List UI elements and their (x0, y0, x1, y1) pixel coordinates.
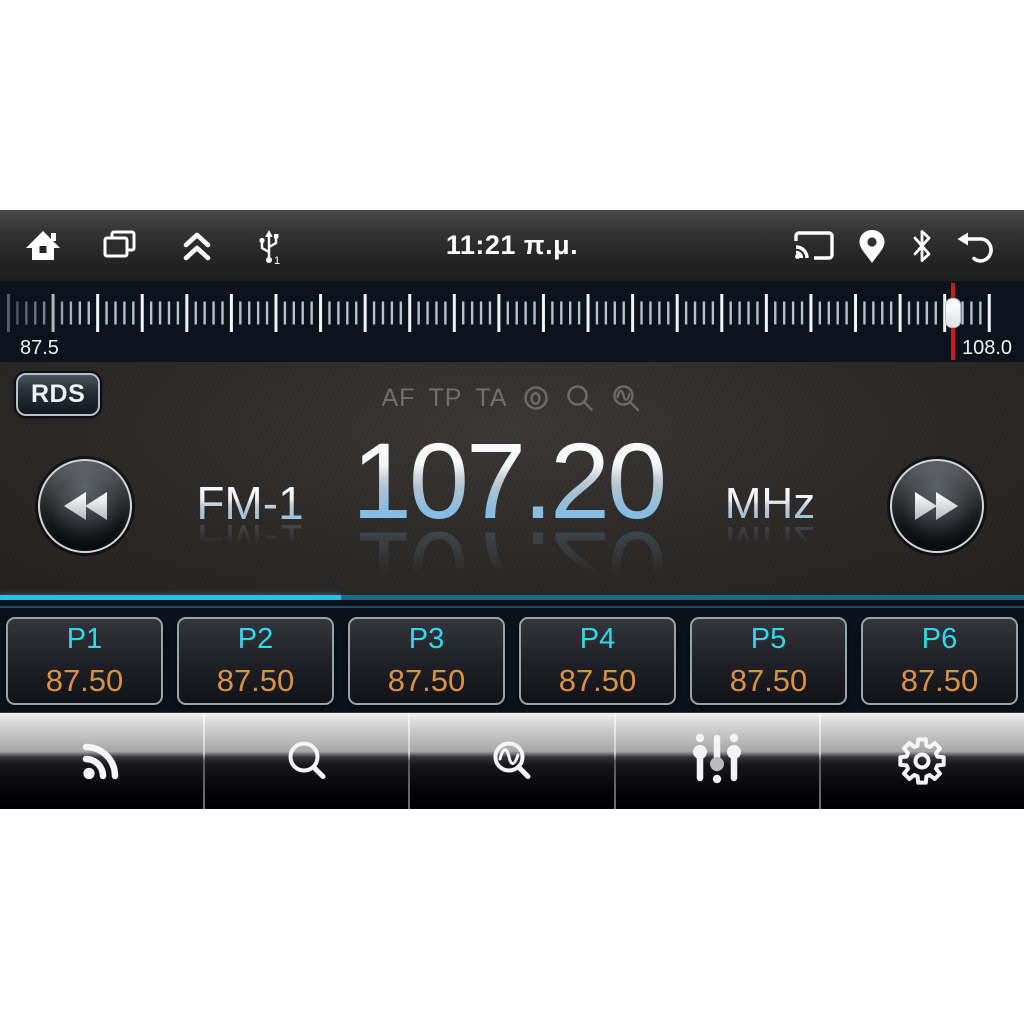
preset-row: P1 87.50 P2 87.50 P3 87.50 P4 87.50 P5 8… (6, 617, 1018, 705)
search-stations-button[interactable] (205, 713, 408, 809)
preset-button-1[interactable]: P1 87.50 (6, 617, 163, 705)
settings-gear-icon (898, 737, 947, 785)
preset-button-6[interactable]: P6 87.50 (861, 617, 1018, 705)
band-display: FM-1 FM-1 (165, 480, 335, 567)
scale-min-label: 87.5 (20, 337, 59, 359)
head-unit-display: 1 11:21 π.μ. 87.5 108.0 RDS AF TP TA FM-… (0, 210, 1024, 809)
settings-button[interactable] (821, 713, 1024, 809)
preset-label: P5 (750, 623, 787, 655)
preset-label: P4 (579, 623, 616, 655)
band-reflection: FM-1 (165, 515, 335, 567)
flag-af: AF (381, 383, 416, 412)
tuning-pointer-knob[interactable] (945, 298, 961, 328)
preset-button-5[interactable]: P5 87.50 (690, 617, 847, 705)
preset-frequency: 87.50 (900, 663, 979, 698)
radio-main-panel: RDS AF TP TA FM-1 FM-1 107.20 107.20 MHz… (0, 362, 1024, 631)
preset-button-2[interactable]: P2 87.50 (177, 617, 334, 705)
preset-frequency: 87.50 (45, 663, 124, 698)
loop-icon (521, 383, 551, 413)
preset-label: P2 (237, 623, 274, 655)
equalizer-icon (693, 733, 742, 784)
bottom-toolbar (0, 712, 1024, 809)
preset-panel: P1 87.50 P2 87.50 P3 87.50 P4 87.50 P5 8… (0, 600, 1024, 712)
flag-ta: TA (475, 383, 508, 412)
scan-icon (609, 382, 643, 414)
frequency-unit-reflection: MHz (695, 517, 845, 566)
preset-label: P6 (921, 623, 958, 655)
flag-tp: TP (428, 383, 463, 412)
preset-frequency: 87.50 (387, 663, 466, 698)
back-icon[interactable] (956, 226, 1002, 266)
bluetooth-icon (908, 227, 936, 265)
radio-flags-row: AF TP TA (0, 382, 1024, 414)
search-icon (288, 741, 326, 779)
seek-up-button[interactable] (890, 459, 984, 553)
preset-frequency: 87.50 (729, 663, 808, 698)
equalizer-button[interactable] (616, 713, 819, 809)
scan-icon (493, 741, 531, 779)
status-bar-right (792, 210, 1002, 281)
preset-button-3[interactable]: P3 87.50 (348, 617, 505, 705)
preset-frequency: 87.50 (216, 663, 295, 698)
cast-icon (792, 228, 836, 264)
tuner-scale: 87.5 108.0 (0, 281, 1024, 362)
radio-band-button[interactable] (0, 713, 203, 809)
preset-button-4[interactable]: P4 87.50 (519, 617, 676, 705)
status-bar: 1 11:21 π.μ. (0, 210, 1024, 281)
tuner-ticks (7, 294, 991, 332)
scale-max-label: 108.0 (962, 337, 1013, 359)
scan-stations-button[interactable] (410, 713, 613, 809)
seek-down-button[interactable] (38, 459, 132, 553)
preset-frequency: 87.50 (558, 663, 637, 698)
preset-label: P1 (66, 623, 103, 655)
radio-waves-icon (82, 743, 118, 780)
frequency-unit-display: MHz MHz (695, 482, 845, 567)
radio-app-screen: 1 11:21 π.μ. 87.5 108.0 RDS AF TP TA FM-… (0, 0, 1024, 1024)
location-icon (856, 227, 888, 265)
preset-label: P3 (408, 623, 445, 655)
fast-forward-icon (915, 492, 958, 520)
search-icon (564, 382, 596, 414)
rewind-icon (64, 492, 107, 520)
